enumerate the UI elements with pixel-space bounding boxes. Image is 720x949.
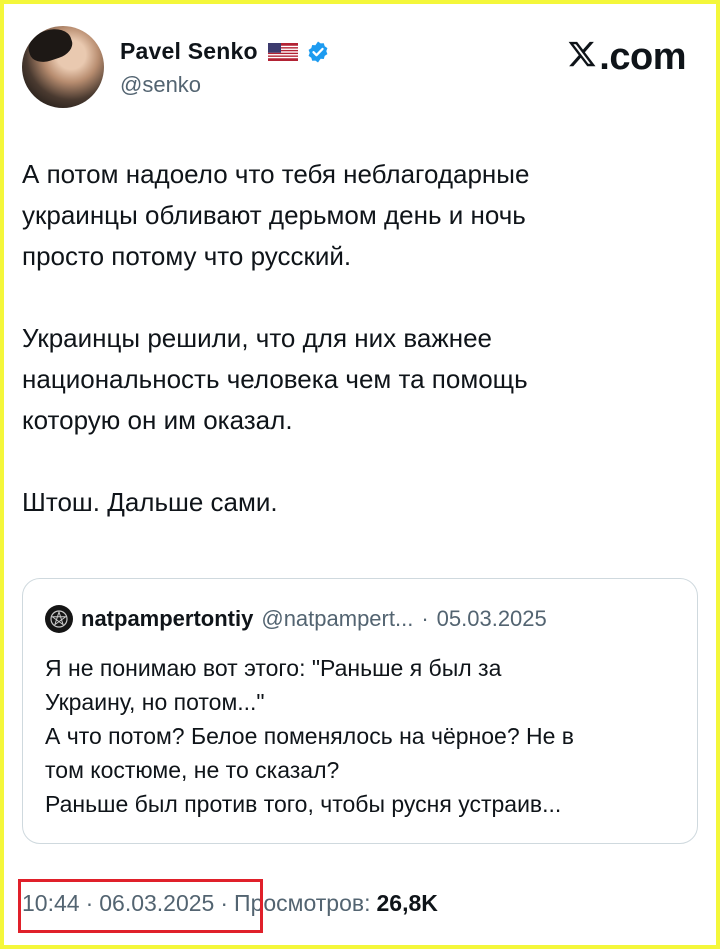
quoted-tweet-card[interactable]: natpampertontiy @natpampert... · 05.03.2… [22, 578, 698, 844]
tweet-paragraph: Штош. Дальше сами. [22, 487, 278, 517]
verified-badge-icon [306, 40, 330, 64]
tweet-text: А потом надоело что тебя неблагодарные у… [22, 154, 702, 564]
quoted-tweet-text: Я не понимаю вот этого: "Раньше я был за… [45, 655, 575, 817]
x-logo-icon [567, 39, 597, 69]
author-name-row: Pavel Senko [120, 38, 330, 65]
quoted-separator: · [421, 606, 429, 631]
author-display-name[interactable]: Pavel Senko [120, 38, 258, 65]
x-com-brand: .com [567, 36, 686, 79]
tweet-paragraph: А потом надоело что тебя неблагодарные у… [22, 159, 530, 271]
tweet-paragraph: Украинцы решили, что для них важнее наци… [22, 323, 528, 435]
quoted-author-name[interactable]: natpampertontiy [81, 606, 253, 632]
brand-domain-text: .com [599, 36, 686, 78]
author-avatar[interactable] [22, 26, 104, 108]
views-count: 26,8K [376, 890, 438, 916]
quoted-date[interactable]: 05.03.2025 [437, 606, 547, 632]
author-handle[interactable]: @senko [120, 72, 201, 98]
quoted-author-handle[interactable]: @natpampert... [261, 606, 413, 632]
timestamp-highlight-box [18, 879, 263, 933]
us-flag-icon [267, 42, 298, 61]
quoted-author-avatar-icon[interactable] [45, 605, 73, 633]
quoted-tweet-header: natpampertontiy @natpampert... · 05.03.2… [45, 605, 547, 633]
